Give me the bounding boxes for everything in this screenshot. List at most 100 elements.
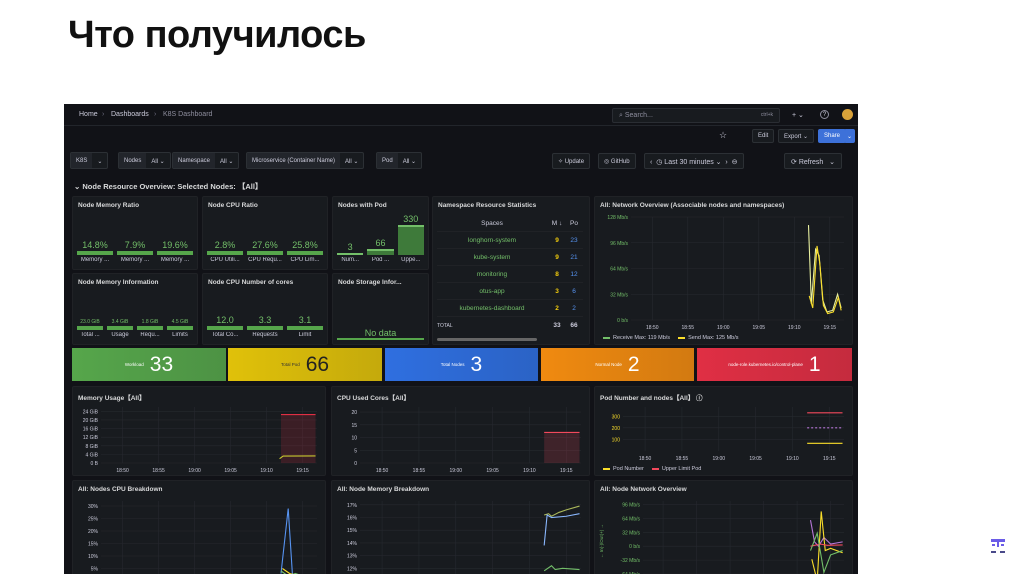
variable-namespace[interactable]: Namespace All ⌄ <box>172 152 240 169</box>
export-button[interactable]: Export ⌄ <box>778 129 815 143</box>
pod-bar <box>397 225 424 255</box>
mem_break-plot: 12% 13% 14% 15% 16% 17% <box>347 501 581 574</box>
shortcut-hint: ctrl+k <box>760 112 773 118</box>
legend-swatch <box>603 336 610 339</box>
time-picker[interactable]: ‹ ◷ Last 30 minutes ⌄ › ⊖ <box>644 153 744 169</box>
y-tick-label: 20 <box>351 410 357 416</box>
x-tick-label: 19:00 <box>188 468 201 474</box>
stat-workload: Workload 33 <box>72 348 226 381</box>
gauge-bar <box>157 251 193 255</box>
panel-node-cpu-ratio: Node CPU Ratio 2.8% CPU Utili... 27.6% CPU R… <box>202 196 328 270</box>
series-line <box>810 543 843 547</box>
x-tick-label: 19:10 <box>523 468 536 474</box>
y-tick-label: 10 <box>351 436 357 442</box>
table-row: kubernetes-dashboard 2 2 <box>437 300 583 317</box>
zoom-out-icon[interactable]: ⊖ <box>732 159 738 166</box>
help-icon[interactable]: ? <box>820 110 829 119</box>
search-input[interactable]: ⌕ Search... ctrl+k <box>612 108 780 123</box>
edit-button[interactable]: Edit <box>752 129 775 143</box>
legend-swatch <box>678 336 686 339</box>
network-plot: 0 b/s 32 Mb/s 64 Mb/s 96 Mb/s 128 Mb/s 18:50 1… <box>607 215 844 331</box>
gauge-bar <box>77 251 113 255</box>
legend-item[interactable]: Receive Max: 119 Mb/s <box>603 335 670 341</box>
stat-total-nodes: Total Nodes 3 <box>385 348 538 381</box>
variable-pod[interactable]: Pod All ⌄ <box>376 152 423 169</box>
time-back-icon[interactable]: ‹ <box>650 159 654 166</box>
gauge-item: 3.4 GiB Usage <box>107 319 133 338</box>
y-tick-label: 32 Mb/s <box>610 292 628 298</box>
gauge-bar <box>207 326 243 330</box>
x-tick-label: 18:55 <box>682 325 695 331</box>
gauge-bar <box>77 326 103 330</box>
panel-network-chart: All: Network Overview (Associable nodes … <box>594 196 853 345</box>
y-tick-label: 4 GiB <box>85 452 98 458</box>
star-icon[interactable]: ☆ <box>719 130 727 141</box>
github-button[interactable]: ◎ GitHub <box>598 153 636 169</box>
gauge-item: 19.6% Memory ... <box>157 240 193 263</box>
row-header[interactable]: ⌄ Node Resource Overview: Selected Nodes… <box>74 181 262 192</box>
legend-item[interactable]: Upper Limit Pod <box>651 466 701 472</box>
x-tick-label: 18:50 <box>376 468 389 474</box>
update-button[interactable]: ✧ Update <box>552 153 591 169</box>
panel-mem-break-chart: All: Node Memory Breakdown 12% 13% 14% 15% 16… <box>331 480 590 574</box>
table-row: longhorn-system 9 23 <box>437 232 583 249</box>
y-axis-label: ← In(-)/Out(+) → <box>599 524 604 558</box>
gauge-bar <box>117 251 153 255</box>
x-tick-label: 19:10 <box>788 325 801 331</box>
gauge-bar <box>287 326 323 330</box>
table-total-row: TOTAL 33 66 <box>437 322 578 329</box>
variable-nodes[interactable]: Nodes All ⌄ <box>118 152 171 169</box>
y-tick-label: 12% <box>347 566 358 572</box>
y-tick-label: 300 <box>612 414 621 420</box>
grafana-dashboard: Home › Dashboards › K8S Dashboard ⌕ Sear… <box>64 104 858 574</box>
refresh-button[interactable]: ⟳ Refresh ⌄ <box>784 153 843 169</box>
stat-total-pod: Total Pod 66 <box>228 348 382 381</box>
refresh-icon: ⟳ <box>791 159 799 166</box>
x-tick-label: 18:55 <box>152 468 165 474</box>
chart-legend: Pod Number Upper Limit Pod <box>603 466 701 472</box>
x-tick-label: 19:10 <box>260 468 273 474</box>
gauge-bar <box>247 251 283 255</box>
table-row: kube-system 9 21 <box>437 249 583 266</box>
series-area <box>544 432 580 463</box>
panel-node-net-chart: All: Node Network Overview-64 Mb/s-32 Mb… <box>594 480 853 574</box>
y-tick-label: 15% <box>347 528 358 534</box>
share-button[interactable]: Share <box>818 129 847 143</box>
legend-item[interactable]: Pod Number <box>603 466 644 472</box>
breadcrumb-home[interactable]: Home <box>79 111 98 118</box>
legend-swatch <box>651 467 659 470</box>
legend-item[interactable]: Send Max: 125 Mb/s <box>678 335 739 341</box>
panel-node-storage: Node Storage Infor... No data <box>332 273 429 345</box>
y-tick-label: 5 <box>354 448 357 454</box>
pod-bar <box>367 249 394 255</box>
y-tick-label: 200 <box>612 426 621 432</box>
column-header[interactable]: Po <box>567 220 581 227</box>
column-header[interactable]: M ↓ <box>547 220 567 227</box>
x-tick-label: 19:05 <box>753 325 766 331</box>
breadcrumb-dashboards[interactable]: Dashboards <box>111 111 149 118</box>
y-tick-label: 12 GiB <box>83 435 99 441</box>
gauge-bar <box>287 251 323 255</box>
y-tick-label: 96 Mb/s <box>610 241 628 247</box>
time-forward-icon[interactable]: › <box>725 159 727 166</box>
variable-microservice[interactable]: Microservice (Container Name) All ⌄ <box>246 152 365 169</box>
y-tick-label: 8 GiB <box>85 444 98 450</box>
x-tick-label: 18:50 <box>116 468 129 474</box>
share-menu-button[interactable]: ⌄ <box>844 129 856 143</box>
x-tick-label: 19:00 <box>713 456 726 462</box>
column-header[interactable]: Spaces <box>437 220 547 227</box>
avatar[interactable] <box>842 109 853 120</box>
node_net-plot: -64 Mb/s-32 Mb/s0 b/s32 Mb/s64 Mb/s96 Mb… <box>599 501 844 574</box>
new-menu-button[interactable]: + ⌄ <box>792 111 804 119</box>
x-tick-label: 19:15 <box>560 468 573 474</box>
x-tick-label: 19:10 <box>786 456 799 462</box>
panel-cpu-break-chart: All: Nodes CPU Breakdown 5% 10% 15% 20% 25% 30… <box>72 480 326 574</box>
slide-title: Что получилось <box>68 14 366 56</box>
x-tick-label: 19:15 <box>296 468 309 474</box>
horizontal-scrollbar[interactable] <box>437 338 537 341</box>
y-tick-label: 15 <box>351 423 357 429</box>
variable-k8s[interactable]: K8S ⌄ <box>70 152 109 169</box>
stat-node-role-kubernetes-io-control-plane: node-role.kubernetes.io/control-plane 1 <box>697 348 852 381</box>
pod-bar <box>337 253 364 255</box>
y-tick-label: 24 GiB <box>83 409 99 415</box>
